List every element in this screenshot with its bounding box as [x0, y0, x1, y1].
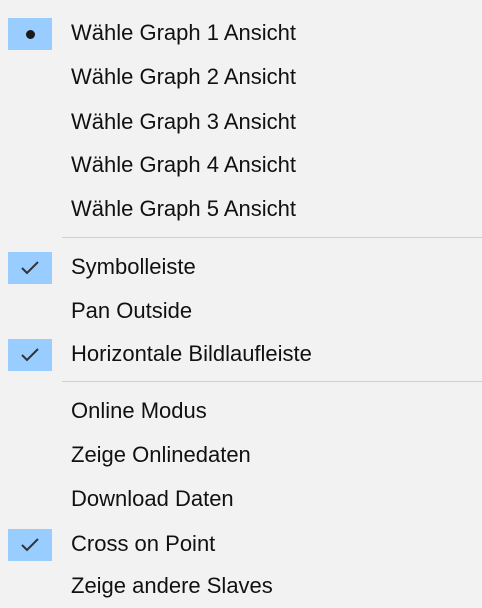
- menu-item-label: Wähle Graph 4 Ansicht: [71, 152, 297, 177]
- menu-item-online-mode[interactable]: Online Modus: [0, 389, 482, 433]
- menu-item-label: Zeige Onlinedaten: [71, 442, 251, 467]
- menu-item-graph-3-view[interactable]: Wähle Graph 3 Ansicht: [0, 100, 482, 144]
- radio-bullet-icon: [26, 30, 35, 39]
- menu-item-label: Cross on Point: [71, 531, 216, 556]
- menu-item-show-other-slaves[interactable]: Zeige andere Slaves: [0, 564, 482, 608]
- menu-item-label: Online Modus: [71, 398, 207, 423]
- menu-item-label: Horizontale Bildlaufleiste: [71, 341, 312, 366]
- menu-item-graph-2-view[interactable]: Wähle Graph 2 Ansicht: [0, 55, 482, 99]
- menu-item-symbolleiste[interactable]: Symbolleiste: [0, 245, 482, 289]
- menu-item-pan-outside[interactable]: Pan Outside: [0, 289, 482, 333]
- menu-item-graph-5-view[interactable]: Wähle Graph 5 Ansicht: [0, 187, 482, 231]
- menu-item-label: Zeige andere Slaves: [71, 573, 273, 598]
- menu-separator: [62, 381, 482, 382]
- check-indicator: [8, 252, 52, 284]
- checkmark-icon: [21, 261, 39, 275]
- context-menu: Wähle Graph 1 Ansicht Wähle Graph 2 Ansi…: [0, 0, 482, 608]
- menu-item-label: Symbolleiste: [71, 254, 196, 279]
- menu-item-label: Wähle Graph 3 Ansicht: [71, 109, 297, 134]
- checkmark-icon: [21, 348, 39, 362]
- menu-item-show-online-data[interactable]: Zeige Onlinedaten: [0, 433, 482, 477]
- menu-item-label: Wähle Graph 1 Ansicht: [71, 20, 297, 45]
- menu-item-horizontal-scrollbar[interactable]: Horizontale Bildlaufleiste: [0, 332, 482, 376]
- menu-item-label: Pan Outside: [71, 298, 193, 323]
- radio-indicator: [8, 18, 52, 50]
- menu-separator: [62, 237, 482, 238]
- menu-item-label: Download Daten: [71, 486, 234, 511]
- menu-item-label: Wähle Graph 2 Ansicht: [71, 64, 297, 89]
- menu-item-graph-4-view[interactable]: Wähle Graph 4 Ansicht: [0, 143, 482, 187]
- check-indicator: [8, 529, 52, 561]
- menu-item-graph-1-view[interactable]: Wähle Graph 1 Ansicht: [0, 11, 482, 55]
- menu-item-cross-on-point[interactable]: Cross on Point: [0, 522, 482, 566]
- menu-item-label: Wähle Graph 5 Ansicht: [71, 196, 297, 221]
- menu-item-download-data[interactable]: Download Daten: [0, 477, 482, 521]
- check-indicator: [8, 339, 52, 371]
- checkmark-icon: [21, 538, 39, 552]
